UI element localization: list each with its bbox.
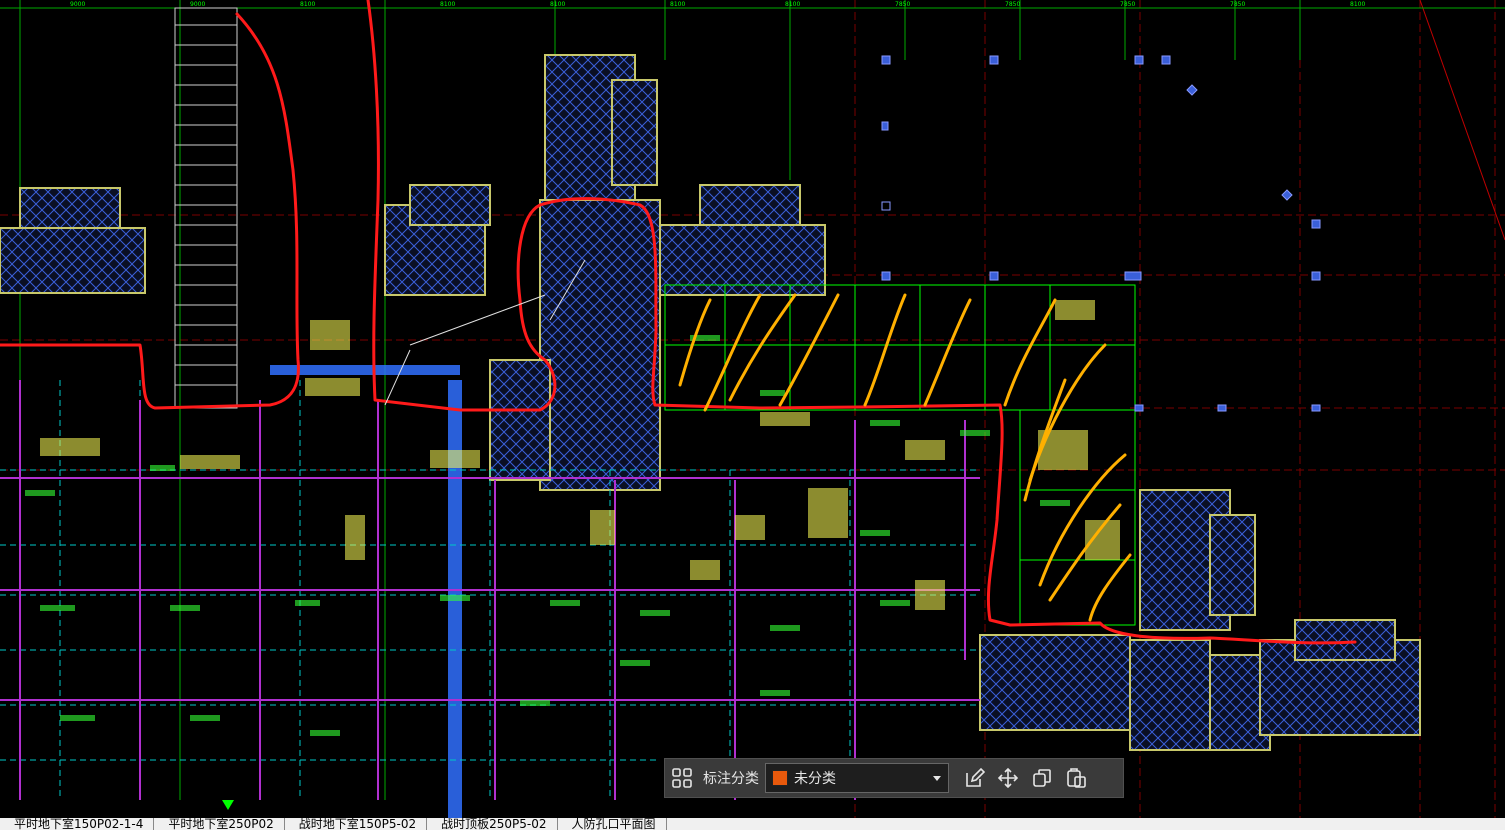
move-icon[interactable] — [991, 761, 1025, 795]
top-dimension-labels: 9000 9000 8100 8100 8100 8100 8100 7850 7850 7… — [70, 1, 1365, 8]
svg-text:9000: 9000 — [190, 1, 205, 8]
north-marker-icon — [222, 800, 234, 810]
cad-drawing-canvas[interactable]: 9000 9000 8100 8100 8100 8100 8100 7850 7850 7… — [0, 0, 1505, 830]
svg-text:8100: 8100 — [670, 1, 685, 8]
svg-text:8100: 8100 — [785, 1, 800, 8]
copy-icon[interactable] — [1025, 761, 1059, 795]
svg-text:8100: 8100 — [300, 1, 315, 8]
chevron-down-icon — [933, 776, 941, 781]
svg-text:9000: 9000 — [70, 1, 85, 8]
tab-layout-1[interactable]: 平时地下室150P02-1-4 — [0, 818, 155, 830]
svg-text:7850: 7850 — [1005, 1, 1020, 8]
category-color-swatch — [772, 770, 788, 786]
category-select[interactable]: 未分类 — [765, 763, 949, 793]
ramp-stairs — [174, 7, 238, 409]
svg-text:8100: 8100 — [440, 1, 455, 8]
layout-tabs: 平时地下室150P02-1-4 平时地下室250P02 战时地下室150P5-0… — [0, 818, 1505, 830]
tab-layout-4[interactable]: 战时顶板250P5-02 — [427, 818, 558, 830]
svg-text:7850: 7850 — [1120, 1, 1135, 8]
category-value: 未分类 — [794, 771, 836, 787]
paste-icon[interactable] — [1059, 761, 1093, 795]
svg-text:7850: 7850 — [895, 1, 910, 8]
svg-text:8100: 8100 — [550, 1, 565, 8]
grid-icon[interactable] — [665, 761, 699, 795]
edit-icon[interactable] — [957, 761, 991, 795]
svg-text:7850: 7850 — [1230, 1, 1245, 8]
annotation-toolbar: 标注分类 未分类 — [664, 758, 1124, 798]
tab-layout-2[interactable]: 平时地下室250P02 — [154, 818, 285, 830]
tab-layout-5[interactable]: 人防孔口平面图 — [558, 818, 667, 830]
column-markers — [881, 55, 1321, 412]
tab-layout-3[interactable]: 战时地下室150P5-02 — [285, 818, 428, 830]
category-label: 标注分类 — [703, 771, 759, 787]
svg-text:8100: 8100 — [1350, 1, 1365, 8]
